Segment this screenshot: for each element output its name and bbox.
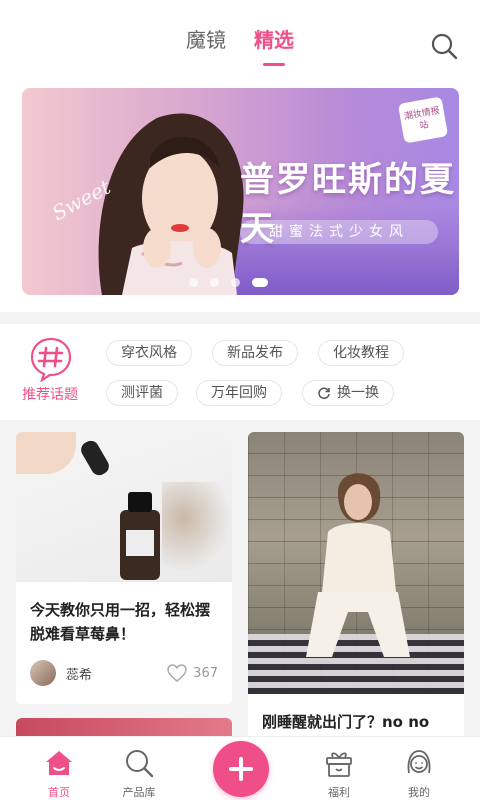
create-post-button[interactable] <box>213 741 269 797</box>
search-icon[interactable] <box>430 32 458 60</box>
post-image <box>248 432 464 694</box>
author-name[interactable]: 蕊希 <box>66 664 92 683</box>
bottle-shape <box>120 492 160 580</box>
model-figure <box>306 473 410 657</box>
carousel-dot[interactable] <box>210 278 219 287</box>
like-count: 367 <box>193 665 218 681</box>
carousel-dot[interactable] <box>231 278 240 287</box>
nav-welfare[interactable]: 福利 <box>304 737 374 800</box>
topic-chip[interactable]: 新品发布 <box>212 340 298 366</box>
nav-label: 我的 <box>408 786 430 799</box>
banner-badge: 潮妆情报站 <box>397 96 449 144</box>
nav-label: 福利 <box>328 786 350 799</box>
hand-shape <box>16 432 76 474</box>
recommended-topics: 推荐话题 穿衣风格 新品发布 化妆教程 测评菌 万年回购 换一换 <box>0 324 480 420</box>
bottom-nav: 首页 产品库 福利 我的 <box>0 736 480 800</box>
topic-chip[interactable]: 穿衣风格 <box>106 340 192 366</box>
refresh-icon <box>318 387 330 400</box>
post-feed: 今天教你只用一招，轻松摆脱难看草莓鼻！ 蕊希 367 刚睡醒就出门了？no no <box>0 420 480 740</box>
post-image <box>16 432 232 582</box>
refresh-label: 换一换 <box>337 385 379 401</box>
nav-home[interactable]: 首页 <box>24 737 94 800</box>
tab-jingxuan[interactable]: 精选 <box>254 26 294 54</box>
hashtag-icon[interactable] <box>28 336 74 382</box>
nav-profile[interactable]: 我的 <box>384 737 454 800</box>
profile-icon <box>407 750 431 774</box>
home-icon <box>46 751 72 775</box>
fern-shape <box>162 482 232 572</box>
search-icon <box>126 750 154 778</box>
dropper-shape <box>78 437 112 479</box>
nav-label: 产品库 <box>122 786 156 799</box>
like-button[interactable]: 367 <box>167 664 218 682</box>
banner-subtitle: 甜蜜法式少女风 <box>240 220 438 244</box>
top-tabs: 魔镜 精选 <box>0 26 480 54</box>
gift-icon <box>326 752 352 777</box>
post-title: 今天教你只用一招，轻松摆脱难看草莓鼻！ <box>30 601 211 643</box>
refresh-topics-button[interactable]: 换一换 <box>302 380 394 406</box>
post-card[interactable]: 今天教你只用一招，轻松摆脱难看草莓鼻！ 蕊希 367 <box>16 432 232 704</box>
nav-label: 首页 <box>48 786 70 799</box>
post-footer: 蕊希 367 <box>30 660 218 686</box>
promo-banner[interactable]: Sweet 潮妆情报站 普罗旺斯的夏天 甜蜜法式少女风 <box>22 88 459 295</box>
carousel-dot[interactable] <box>189 278 198 287</box>
topic-chip[interactable]: 万年回购 <box>196 380 282 406</box>
top-header: 魔镜 精选 <box>0 0 480 80</box>
post-title: 刚睡醒就出门了？no no <box>262 713 430 731</box>
topic-section-title[interactable]: 推荐话题 <box>22 384 78 404</box>
heart-icon <box>167 664 187 682</box>
post-card[interactable]: 刚睡醒就出门了？no no <box>248 432 464 740</box>
avatar[interactable] <box>30 660 56 686</box>
nav-products[interactable]: 产品库 <box>104 737 174 800</box>
section-divider <box>0 312 480 324</box>
carousel-dot-active[interactable] <box>252 278 268 287</box>
topic-chip[interactable]: 测评菌 <box>106 380 178 406</box>
tab-mojing[interactable]: 魔镜 <box>186 26 226 54</box>
topic-chip[interactable]: 化妆教程 <box>318 340 404 366</box>
carousel-dots <box>189 278 268 287</box>
